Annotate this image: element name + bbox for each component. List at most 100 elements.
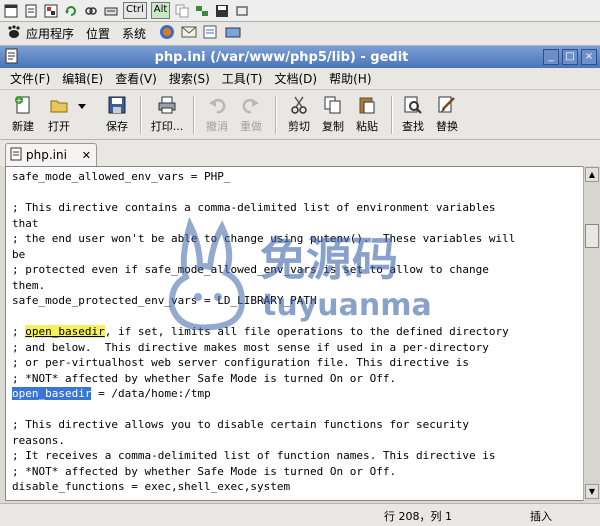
print-label: 打印... (150, 120, 184, 133)
mail-launcher-icon[interactable] (180, 24, 198, 43)
save-icon (106, 94, 128, 116)
redo-icon (240, 94, 262, 116)
paste-label: 粘贴 (356, 120, 378, 133)
menu-documents[interactable]: 文档(D) (271, 70, 322, 87)
search-icon (402, 94, 424, 116)
code-line[interactable]: ; *NOT* affected by whether Safe Mode is… (12, 464, 572, 480)
new-document-icon: + (12, 94, 34, 116)
copy-button[interactable]: 复制 (314, 94, 352, 134)
selected-text: open_basedir (12, 387, 92, 400)
save-label: 保存 (106, 120, 128, 133)
editor-toolbar: + 新建 打开 保存 打印... 撤消 重做 剪切 复制 粘贴 查找 替换 (0, 90, 600, 140)
open-recent-dropdown[interactable] (72, 94, 92, 116)
new-button[interactable]: + 新建 (4, 94, 42, 134)
paste-button[interactable]: 粘贴 (348, 94, 386, 134)
code-line[interactable]: ; This directive allows you to disable c… (12, 417, 572, 433)
code-line[interactable] (12, 309, 572, 325)
code-line[interactable]: ; open_basedir, if set, limits all file … (12, 324, 572, 340)
panel-menu-system[interactable]: 系统 (122, 25, 146, 42)
cut-label: 剪切 (288, 120, 310, 133)
code-line[interactable]: ; the end user won't be able to change u… (12, 231, 572, 247)
vertical-scrollbar[interactable]: ▲ ▼ (583, 166, 600, 501)
code-line[interactable]: ; *NOT* affected by whether Safe Mode is… (12, 371, 572, 387)
toolbar-separator (140, 96, 142, 134)
window-icon[interactable] (3, 3, 19, 19)
menu-tools[interactable]: 工具(T) (218, 70, 267, 87)
network-icon[interactable] (194, 3, 210, 19)
foot-menu-icon[interactable] (6, 24, 22, 43)
insert-mode: 插入 (530, 510, 552, 523)
code-text[interactable]: safe_mode_allowed_env_vars = PHP_ ; This … (12, 169, 572, 495)
minimize-button[interactable]: _ (543, 49, 559, 65)
redo-label: 重做 (240, 120, 262, 133)
close-button[interactable]: × (581, 49, 597, 65)
code-line[interactable]: safe_mode_allowed_env_vars = PHP_ (12, 169, 572, 185)
find-label: 查找 (402, 120, 424, 133)
maximize-button[interactable]: □ (562, 49, 578, 65)
code-line[interactable]: ; It receives a comma-delimited list of … (12, 448, 572, 464)
code-line[interactable]: reasons. (12, 433, 572, 449)
undo-button[interactable]: 撤消 (198, 94, 236, 134)
browser-launcher-icon[interactable] (158, 24, 176, 43)
panel-menu-places[interactable]: 位置 (86, 25, 110, 42)
undo-icon (206, 94, 228, 116)
code-line[interactable]: disable_functions = exec,shell_exec,syst… (12, 479, 572, 495)
floppy-icon[interactable] (214, 3, 230, 19)
text-editor[interactable]: safe_mode_allowed_env_vars = PHP_ ; This … (5, 166, 587, 501)
gnome-panel: 应用程序 位置 系统 (0, 22, 600, 46)
scrollbar-thumb[interactable] (585, 224, 599, 248)
print-button[interactable]: 打印... (148, 94, 186, 134)
tools-launcher-icon[interactable] (224, 24, 242, 43)
copy-icon[interactable] (174, 3, 190, 19)
code-line[interactable]: ; or per-virtualhost web server configur… (12, 355, 572, 371)
editor-launcher-icon[interactable] (202, 24, 220, 43)
code-line[interactable]: that (12, 216, 572, 232)
folder-icon (48, 94, 70, 116)
copy-icon (322, 94, 344, 116)
refresh-icon[interactable] (63, 3, 79, 19)
menu-view[interactable]: 查看(V) (111, 70, 161, 87)
find-button[interactable]: 查找 (394, 94, 432, 134)
menu-search[interactable]: 搜索(S) (165, 70, 214, 87)
tab-label: php.ini (26, 148, 67, 162)
panel-menu-applications[interactable]: 应用程序 (26, 25, 74, 42)
cut-button[interactable]: 剪切 (280, 94, 318, 134)
link-icon[interactable] (83, 3, 99, 19)
replace-button[interactable]: 替换 (428, 94, 466, 134)
scroll-up-arrow[interactable]: ▲ (585, 167, 599, 182)
scissors-icon (288, 94, 310, 116)
gedit-app-icon (4, 48, 20, 67)
grid-icon[interactable] (43, 3, 59, 19)
code-line[interactable]: ; This directive contains a comma-delimi… (12, 200, 572, 216)
document-icon[interactable] (23, 3, 39, 19)
alt-key-button[interactable]: Alt (150, 2, 171, 19)
close-icon[interactable]: ✕ (82, 149, 91, 162)
new-label: 新建 (12, 120, 34, 133)
code-line[interactable] (12, 402, 572, 418)
redo-button[interactable]: 重做 (232, 94, 270, 134)
menu-help[interactable]: 帮助(H) (325, 70, 375, 87)
status-bar: 行 208，列 1 插入 (0, 503, 600, 526)
window-titlebar[interactable]: php.ini (/var/www/php5/lib) - gedit _ □ … (0, 46, 600, 68)
toolbar-separator (391, 96, 393, 134)
code-line[interactable]: open_basedir = /data/home:/tmp (12, 386, 572, 402)
chevron-down-icon (71, 94, 93, 116)
save-button[interactable]: 保存 (98, 94, 136, 134)
tab-php-ini[interactable]: php.ini ✕ (5, 143, 97, 166)
code-line[interactable]: them. (12, 278, 572, 294)
toolbar-separator (275, 96, 277, 134)
menu-edit[interactable]: 编辑(E) (58, 70, 107, 87)
undo-label: 撤消 (206, 120, 228, 133)
menu-file[interactable]: 文件(F) (6, 70, 54, 87)
ctrl-key-button[interactable]: Ctrl (123, 2, 147, 19)
code-line[interactable]: ; and below. This directive makes most s… (12, 340, 572, 356)
code-line[interactable]: safe_mode_protected_env_vars = LD_LIBRAR… (12, 293, 572, 309)
code-line[interactable]: ; protected even if safe_mode_allowed_en… (12, 262, 572, 278)
code-line[interactable] (12, 185, 572, 201)
printer-icon (156, 94, 178, 116)
keyboard-icon[interactable] (103, 3, 119, 19)
code-line[interactable]: be (12, 247, 572, 263)
clipboard-icon (356, 94, 378, 116)
scroll-down-arrow[interactable]: ▼ (585, 484, 599, 499)
frame-icon[interactable] (234, 3, 250, 19)
